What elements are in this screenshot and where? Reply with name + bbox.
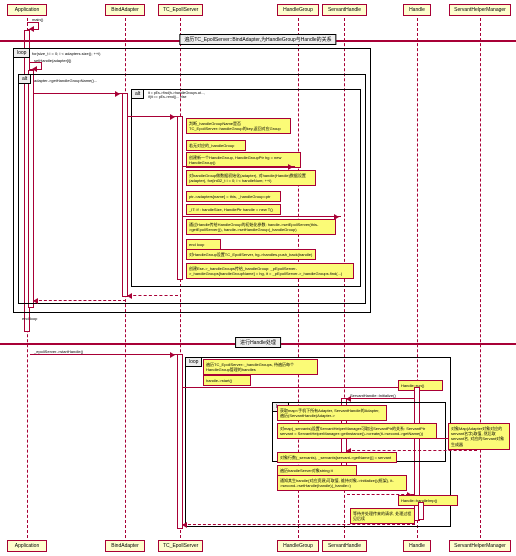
note-m23: 对象行数(_servants), _servants[servant->getN… xyxy=(277,452,397,463)
note-m4: 判断_handleGroupName是否TC_EpollServer::hand… xyxy=(186,118,291,134)
activation-epoll-1 xyxy=(177,116,183,280)
note-m18: Handle::run() xyxy=(398,380,443,391)
label-endloop: end loop xyxy=(22,316,37,321)
activation-epoll-2 xyxy=(177,354,183,529)
label-m15: _epollServer->startHandle() xyxy=(34,349,83,354)
arrow-m18 xyxy=(183,387,413,388)
divider-1: 遍历TC_EpollServer::BindAdapter,为HandleGro… xyxy=(0,34,516,46)
participant-handle-bot: Handle xyxy=(403,540,431,552)
participant-servanthandle-bot: ServantHandle xyxy=(322,540,367,552)
note-m25: 通知其生handle(对应资源)可取值, 维持对象->initialize()(… xyxy=(277,475,407,491)
note-m7: 对handleGroup做数据初始化(adapter), 对handle(Han… xyxy=(186,170,316,186)
participant-handle-top: Handle xyxy=(403,4,431,16)
note-m20: 获取map<手机下所有Adapter, ServantHandle的Adapte… xyxy=(277,405,387,421)
activation-handle-2 xyxy=(418,502,424,520)
arrow-to-epoll xyxy=(128,116,177,117)
note-m12: 对HandleGroup设置TC_EpollServer, hg->handle… xyxy=(186,249,316,260)
note-m8: ptr->adapters[name] = this, _handleGroup… xyxy=(186,191,281,202)
note-m27: 等待并处理传来的请求, 处理过程见后续 xyxy=(350,508,415,524)
participant-bindadapter-top: BindAdapter xyxy=(105,4,145,16)
participant-epollserver-bot: TC_EpollServer xyxy=(158,540,203,552)
note-m13: 创建Ese->_handleGroups传给_handleGroup: _pEp… xyxy=(186,263,354,279)
note-m17: handle->start() xyxy=(203,375,251,386)
alt-cond-1: adapter->getHandleGroupName()... xyxy=(34,78,97,83)
return-helper xyxy=(347,450,477,451)
participant-servanthandle-top: ServantHandle xyxy=(322,4,367,16)
arrow-m3 xyxy=(34,93,122,94)
lifeline-servanthelper xyxy=(480,18,481,538)
note-m22: 对象Map(Adapter对象对应的servant名字)取值, 然后取serva… xyxy=(448,423,510,450)
note-m26: Handle::handleImp() xyxy=(398,495,458,506)
note-m9: _IT: if : handleSize, HandlePtr handle =… xyxy=(186,204,281,215)
participant-bindadapter-bot: BindAdapter xyxy=(105,540,145,552)
alt-cond-2: it = pEs->find(h->handleGroups.at..., if… xyxy=(148,91,208,99)
self-msg-sethandle xyxy=(30,62,42,70)
participant-application-bot: Application xyxy=(7,540,47,552)
arrow-m19 xyxy=(347,398,414,399)
note-m21: 对map(_servants)设置ServantHelperManager可取出… xyxy=(277,423,437,439)
arrow-to-servanthandle-1 xyxy=(183,216,341,217)
divider-2: 进行Handle处理 xyxy=(0,337,516,349)
participant-handlegroup-top: HandleGroup xyxy=(277,4,319,16)
loop-cond-1: for(size_t i = 0; i < adapters.size(); +… xyxy=(32,51,100,56)
return-1 xyxy=(128,295,178,296)
note-m5: 若无对应的_handleGroup xyxy=(186,140,246,151)
note-m16: 遍历TC_EpollServer::_handleGroups, 待遍历每个Ha… xyxy=(203,359,318,375)
participant-servanthelper-top: ServantHelperManager xyxy=(449,4,511,16)
participant-handlegroup-bot: HandleGroup xyxy=(277,540,319,552)
self-msg-main xyxy=(27,22,39,30)
participant-application-top: Application xyxy=(7,4,47,16)
return-final xyxy=(183,524,415,525)
label-m2: setHandle(adapter[i]) xyxy=(34,58,71,63)
label-m19: ServantHandle::Initialize() xyxy=(350,393,396,398)
return-2 xyxy=(34,300,126,301)
arrow-to-handlegroup-1 xyxy=(183,166,295,167)
arrow-m15 xyxy=(30,354,177,355)
label-main: main() xyxy=(32,17,43,22)
participant-epollserver-top: TC_EpollServer xyxy=(158,4,203,16)
participant-servanthelper-bot: ServantHelperManager xyxy=(449,540,511,552)
note-m10: 通过Handle传给HandleGroup的初始化参数: handle->set… xyxy=(186,219,336,235)
activation-bind-1 xyxy=(122,93,128,297)
